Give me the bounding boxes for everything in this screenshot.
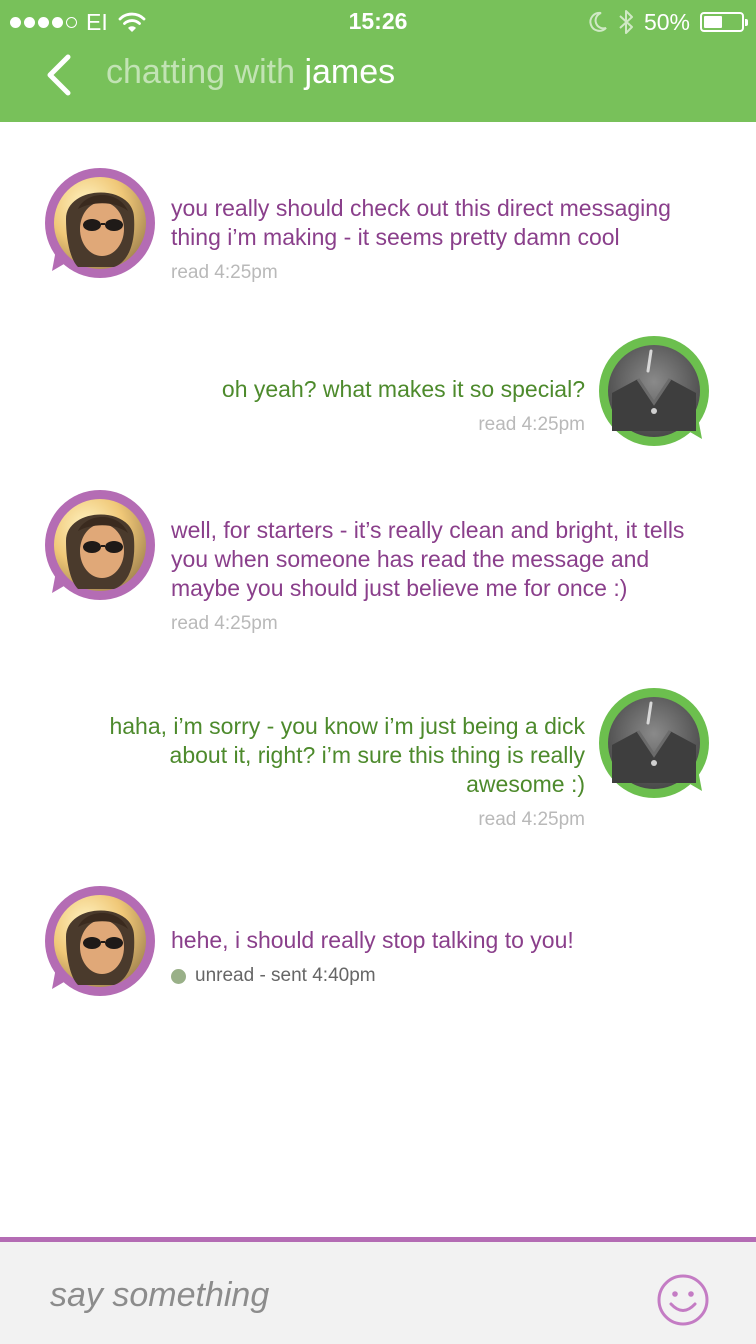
- message-read-status: read 4:25pm: [478, 809, 585, 830]
- smiley-icon[interactable]: [656, 1273, 710, 1327]
- user-avatar-icon[interactable]: [598, 687, 710, 801]
- message-text: you really should check out this direct …: [171, 195, 671, 250]
- battery-level: [704, 16, 722, 28]
- user-avatar-icon[interactable]: [598, 335, 710, 449]
- bluetooth-icon: [619, 10, 633, 34]
- battery-nub: [745, 19, 748, 26]
- james-avatar-icon[interactable]: [44, 489, 156, 603]
- message-text: well, for starters - it’s really clean a…: [171, 517, 685, 601]
- message-text: hehe, i should really stop talking to yo…: [171, 927, 574, 953]
- james-avatar-icon[interactable]: [44, 167, 156, 281]
- message-unread-status: unread - sent 4:40pm: [171, 965, 711, 987]
- app-header: EI 15:26 50% chatting with james: [0, 0, 756, 122]
- message-text: oh yeah? what makes it so special?: [221, 376, 585, 402]
- moon-icon: [589, 11, 607, 32]
- message-incoming: well, for starters - it’s really clean a…: [0, 489, 756, 649]
- message-read-status: read 4:25pm: [478, 414, 585, 435]
- status-right: 50%: [588, 8, 748, 36]
- status-bar: EI 15:26 50%: [0, 0, 756, 44]
- chat-title-name: james: [304, 53, 396, 91]
- message-outgoing: haha, i’m sorry - you know i’m just bein…: [0, 687, 756, 842]
- unread-dot-icon: [171, 968, 186, 984]
- message-sent-status: unread - sent 4:40pm: [195, 965, 376, 986]
- battery-percentage: 50%: [643, 8, 690, 35]
- message-outgoing: oh yeah? what makes it so special? read …: [0, 335, 756, 453]
- battery-icon: [700, 12, 748, 32]
- chat-title: chatting with james: [106, 53, 395, 92]
- message-incoming: hehe, i should really stop talking to yo…: [0, 885, 756, 1000]
- chevron-left-icon: [47, 54, 71, 96]
- back-button[interactable]: [40, 52, 80, 100]
- message-input[interactable]: [50, 1270, 610, 1320]
- james-avatar-icon[interactable]: [44, 885, 156, 999]
- message-incoming: you really should check out this direct …: [0, 167, 756, 292]
- message-text: haha, i’m sorry - you know i’m just bein…: [109, 713, 585, 797]
- chat-title-prefix: chatting with: [106, 53, 295, 91]
- message-read-status: read 4:25pm: [171, 613, 278, 634]
- message-composer: [0, 1237, 756, 1344]
- message-read-status: read 4:25pm: [171, 262, 278, 283]
